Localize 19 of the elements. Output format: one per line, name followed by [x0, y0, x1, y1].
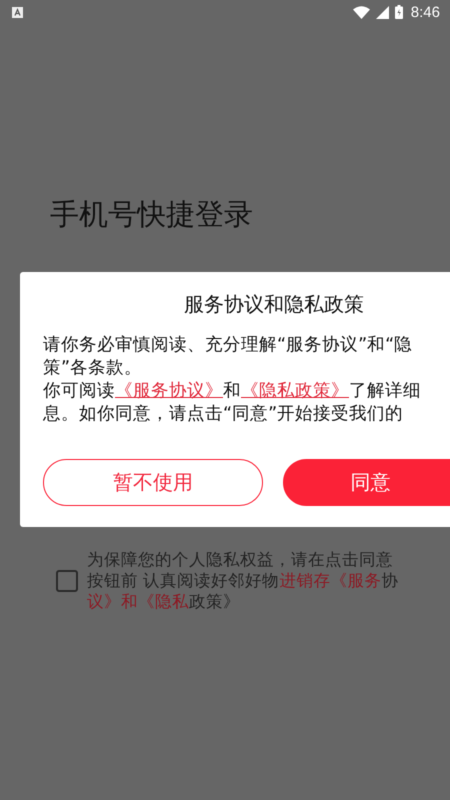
page-title: 手机号快捷登录 — [50, 196, 254, 233]
agree-button[interactable]: 同意 — [283, 459, 450, 506]
status-time: 8:46 — [410, 4, 440, 20]
dialog-text: 和 — [223, 380, 241, 403]
policy-link[interactable]: 《隐私政策》 — [241, 380, 349, 403]
policy-link[interactable]: 《服务协议》 — [115, 380, 223, 403]
decline-button[interactable]: 暂不使用 — [43, 459, 263, 506]
dialog-text: 息。如你同意，请点击“同意”开始接受我们的 — [43, 403, 404, 426]
dialog-title: 服务协议和隐私政策 — [183, 291, 365, 318]
wifi-icon — [352, 6, 370, 18]
dialog-text: 了解详细 — [349, 380, 421, 403]
app-notification-icon — [12, 6, 23, 18]
dialog-text: 请你务必审慎阅读、充分理解“服务协议”和“隐 — [43, 334, 412, 357]
consent-text: 为保障您的个人隐私权益，请在点击同意按钮前 认真阅读好邻好物进销存《服务协 议》和《隐私政策》 — [87, 549, 400, 612]
signal-icon — [376, 6, 389, 18]
dialog-text: 策”各条款。 — [43, 357, 142, 380]
battery-icon — [394, 5, 403, 19]
consent-checkbox[interactable] — [56, 570, 78, 592]
dialog-text: 你可阅读 — [43, 380, 115, 403]
